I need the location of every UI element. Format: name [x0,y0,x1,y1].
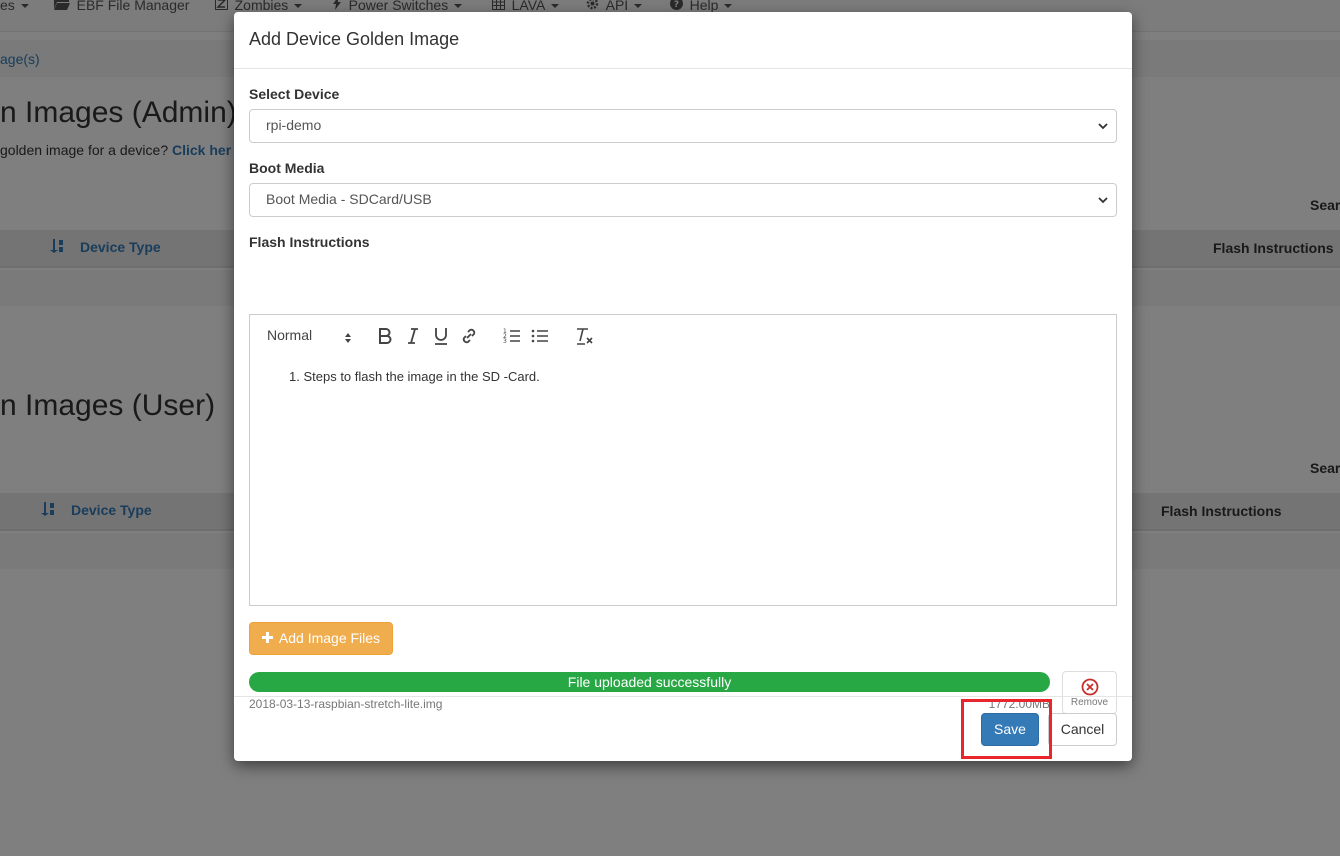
boot-media-value: Boot Media - SDCard/USB [266,191,432,207]
add-golden-image-modal: Add Device Golden Image Select Device rp… [234,12,1132,761]
list-number: 1. [289,369,300,384]
underline-icon[interactable] [431,326,451,346]
editor-list-text: Steps to flash the image in the SD -Card… [303,369,540,384]
cancel-button[interactable]: Cancel [1048,713,1117,746]
add-image-files-button[interactable]: Add Image Files [249,622,393,655]
upload-progress-bar: File uploaded successfully [249,672,1050,692]
flash-instructions-editor[interactable]: 1. Steps to flash the image in the SD -C… [249,355,1117,606]
up-down-arrows-icon [345,330,351,346]
upload-status-text: File uploaded successfully [567,674,732,690]
select-device-value: rpi-demo [266,117,322,133]
save-button[interactable]: Save [981,713,1039,746]
bold-icon[interactable] [375,326,395,346]
chevron-down-icon [1098,119,1108,133]
editor-list-item: 1. Steps to flash the image in the SD -C… [289,369,540,384]
font-size-value: Normal [267,327,313,343]
select-device-dropdown[interactable]: rpi-demo [249,109,1117,143]
bullet-list-icon[interactable] [530,326,550,346]
chevron-down-icon [1098,193,1108,207]
add-image-files-label: Add Image Files [278,630,381,646]
plus-icon [262,630,277,646]
boot-media-dropdown[interactable]: Boot Media - SDCard/USB [249,183,1117,217]
modal-body: Select Device rpi-demo Boot Media Boot M… [234,69,1132,714]
font-size-picker[interactable]: Normal [267,327,351,343]
boot-media-label: Boot Media [249,160,325,176]
italic-icon[interactable] [403,326,423,346]
select-device-label: Select Device [249,86,340,102]
editor-toolbar: Normal 123 [249,314,1117,356]
modal-footer: Save Cancel [234,696,1132,761]
flash-instructions-label: Flash Instructions [249,234,370,250]
modal-title: Add Device Golden Image [249,29,460,49]
modal-header: Add Device Golden Image [234,12,1132,69]
clear-format-icon[interactable] [574,326,594,346]
ordered-list-icon[interactable]: 123 [502,326,522,346]
link-icon[interactable] [459,326,479,346]
svg-text:3: 3 [503,338,507,345]
